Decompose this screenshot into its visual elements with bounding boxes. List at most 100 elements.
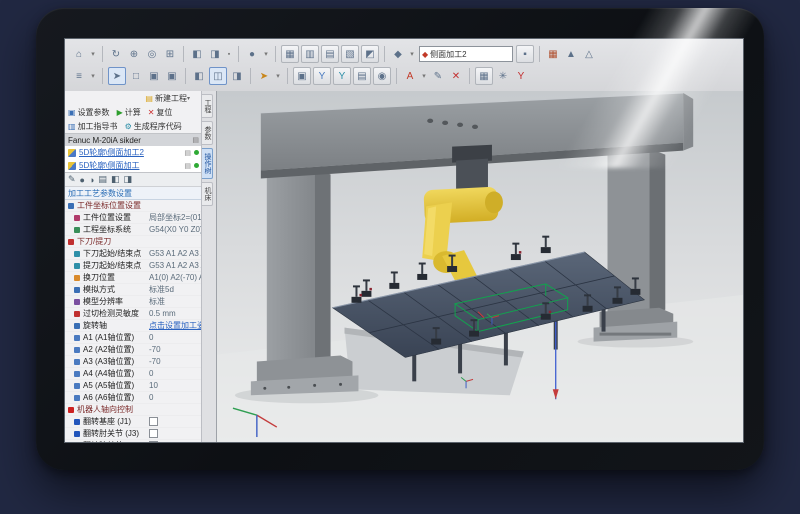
plunge-start-end-point[interactable]: 下刀起始/结束点G53 A1 A2 A3 A4 A5 A… [65, 248, 202, 260]
a5-axis-position[interactable]: A5 (A5轴位置)10 [65, 380, 202, 392]
a6-axis-position[interactable]: A6 (A6轴位置)0 [65, 392, 202, 404]
checkbox[interactable] [149, 429, 158, 438]
tree-label: 旋转轴 [83, 320, 149, 331]
render-caret-icon[interactable]: ▾ [262, 46, 270, 62]
home-icon[interactable]: ⌂ [71, 46, 87, 62]
tree-value[interactable]: 点击设置加工姿态刀轴 [149, 320, 202, 331]
simulation-mode[interactable]: 模拟方式标准5d [65, 284, 202, 296]
zoom-icon[interactable]: ◎ [144, 46, 160, 62]
side-tab-工程[interactable]: 工程 [202, 94, 213, 118]
verify-caret-icon[interactable]: ▾ [408, 46, 416, 62]
verify-icon[interactable]: ◆ [390, 46, 406, 62]
pick-caret-icon[interactable]: ▾ [274, 68, 282, 84]
viewport-3d[interactable] [217, 91, 743, 442]
rotary-axis-link[interactable]: 旋转轴点击设置加工姿态刀轴 [65, 320, 202, 332]
model-resolution[interactable]: 模型分辨率标准 [65, 296, 202, 308]
workpiece-position[interactable]: 工件位置设置局部坐标2=(01544.582… [65, 212, 202, 224]
doc-edit-icon[interactable]: ✎ [430, 68, 446, 84]
tools-menu-icon[interactable]: ≡ [71, 68, 87, 84]
fit-view-icon[interactable]: ⊞ [162, 46, 178, 62]
program-select[interactable]: ◆侧面加工2 [419, 46, 513, 62]
block-right-icon[interactable]: ◨ [123, 174, 132, 185]
toolbar-separator [250, 68, 251, 84]
select-arrow-icon[interactable]: ➤ [108, 67, 126, 85]
tool-change-position[interactable]: 换刀位置A1(0) A2(-70) A3(-70) [65, 272, 202, 284]
checkbox[interactable] [149, 441, 158, 442]
flip-base-j1-checkbox[interactable]: 翻转基座 (J1) [65, 416, 202, 428]
machine-setup-icon[interactable]: ▣ [293, 67, 311, 85]
plunge-retract-section[interactable]: 下刀/提刀 [65, 236, 202, 248]
doc-caret-icon[interactable]: ▾ [420, 68, 428, 84]
view-dot-icon[interactable]: ▪ [225, 46, 233, 62]
workpiece-coordinate-section[interactable]: 工件坐标位置设置 [65, 200, 202, 212]
capture-icon[interactable]: ▲ [563, 46, 579, 62]
block-left-icon[interactable]: ◧ [111, 174, 120, 185]
sphere-tool-icon[interactable]: ● [80, 175, 85, 185]
generate-code-button[interactable]: ⚙ 生成程序代码 [125, 121, 182, 132]
doc-delete-icon[interactable]: ✕ [448, 68, 464, 84]
color-report-icon[interactable]: ▦ [545, 46, 561, 62]
a1-axis-position[interactable]: A1 (A1轴位置)0 [65, 332, 202, 344]
side-tab-参数[interactable]: 参数 [202, 121, 213, 145]
job-list-header[interactable]: Fanuc M-20iA sikder ▤ [65, 134, 202, 146]
a3-axis-position[interactable]: A3 (A3轴位置)-70 [65, 356, 202, 368]
reset-button[interactable]: ✕ 复位 [148, 107, 173, 118]
half-sphere-tool-icon[interactable]: ◑ [89, 175, 94, 185]
orbit-icon[interactable]: ↻ [108, 46, 124, 62]
a4-axis-position[interactable]: A4 (A4轴位置)0 [65, 368, 202, 380]
cube-iso-icon[interactable]: ◫ [209, 67, 227, 85]
side-tab-操作树[interactable]: 操作树 [202, 148, 213, 179]
tree-value: 0 [149, 393, 202, 402]
pick-cursor-icon[interactable]: ➤ [256, 68, 272, 84]
job-list-item[interactable]: 5D轮廓\侧面加工▤ [65, 159, 202, 172]
simulate-compare-icon[interactable]: ▧ [341, 45, 359, 63]
side-tab-机床[interactable]: 机床 [202, 182, 213, 206]
snapshot-icon[interactable]: △ [581, 46, 597, 62]
work-guide-button[interactable]: ▥ 加工指导书 [68, 121, 118, 132]
tools-caret-icon[interactable]: ▾ [89, 68, 97, 84]
sheet-icon[interactable]: ▤ [98, 174, 107, 185]
tree-label: 翻转基座 (J1) [83, 416, 149, 427]
render-sphere-icon[interactable]: ● [244, 46, 260, 62]
flip-elbow-j3-checkbox[interactable]: 翻转肘关节 (J3) [65, 428, 202, 440]
program-browse-icon[interactable]: ▪ [516, 45, 534, 63]
robot-axis-control-section[interactable]: 机器人轴向控制 [65, 404, 202, 416]
rect-select-icon[interactable]: □ [128, 68, 144, 84]
job-list-item[interactable]: 5D轮廓\侧面加工2▤ [65, 146, 202, 159]
a2-axis-position[interactable]: A2 (A2轴位置)-70 [65, 344, 202, 356]
wireframe-view-icon[interactable]: ◨ [207, 46, 223, 62]
tree-value: G53 A1 A2 A3 A4 A5 A… [149, 249, 202, 258]
flip-wrist-j5-checkbox[interactable]: 翻转腕关节 (J5) [65, 440, 202, 442]
calculate-button[interactable]: ▶ 计算 [117, 107, 141, 118]
work-coordinate-system[interactable]: 工程坐标系统G54(X0 Y0 Z0) [65, 224, 202, 236]
checkbox[interactable] [149, 417, 158, 426]
filter-tool-icon[interactable]: Y [313, 67, 331, 85]
lock-doc-icon: ▤ [192, 136, 199, 144]
cube-side-icon[interactable]: ◨ [229, 68, 245, 84]
operation-label: 5D轮廓\侧面加工2 [79, 147, 184, 158]
retract-start-end-point[interactable]: 提刀起始/结束点G53 A1 A2 A3 A4 A5 A… [65, 260, 202, 272]
copy-icon[interactable]: ▣ [146, 68, 162, 84]
image-icon[interactable]: ▦ [475, 67, 493, 85]
new-project-button[interactable]: ▤ 新建工程 ▾ [145, 93, 192, 104]
axis-tree-icon [74, 335, 80, 341]
filter-path-icon[interactable]: Y [333, 67, 351, 85]
edit-operation-icon[interactable]: ✎ [68, 174, 76, 185]
rotate-view-icon[interactable]: ⊕ [126, 46, 142, 62]
cube-front-icon[interactable]: ◧ [191, 68, 207, 84]
doc-export-icon[interactable]: A [402, 68, 418, 84]
probe-icon[interactable]: ◉ [373, 67, 391, 85]
simulate-path-icon[interactable]: ▥ [301, 45, 319, 63]
axes-icon[interactable]: ✳ [495, 68, 511, 84]
home-caret-icon[interactable]: ▾ [89, 46, 97, 62]
gouge-detection-sensitivity[interactable]: 过切检测灵敏度0.5 mm [65, 308, 202, 320]
operation-list-icon[interactable]: ▤ [353, 67, 371, 85]
shaded-view-icon[interactable]: ◧ [189, 46, 205, 62]
set-params-icon: ▣ [68, 108, 76, 117]
red-funnel-icon[interactable]: Y [513, 68, 529, 84]
paste-icon[interactable]: ▣ [164, 68, 180, 84]
set-params-button[interactable]: ▣ 设置参数 [68, 107, 110, 118]
simulate-stock-icon[interactable]: ▤ [321, 45, 339, 63]
simulate-report-icon[interactable]: ◩ [361, 45, 379, 63]
simulate-machine-icon[interactable]: ▦ [281, 45, 299, 63]
